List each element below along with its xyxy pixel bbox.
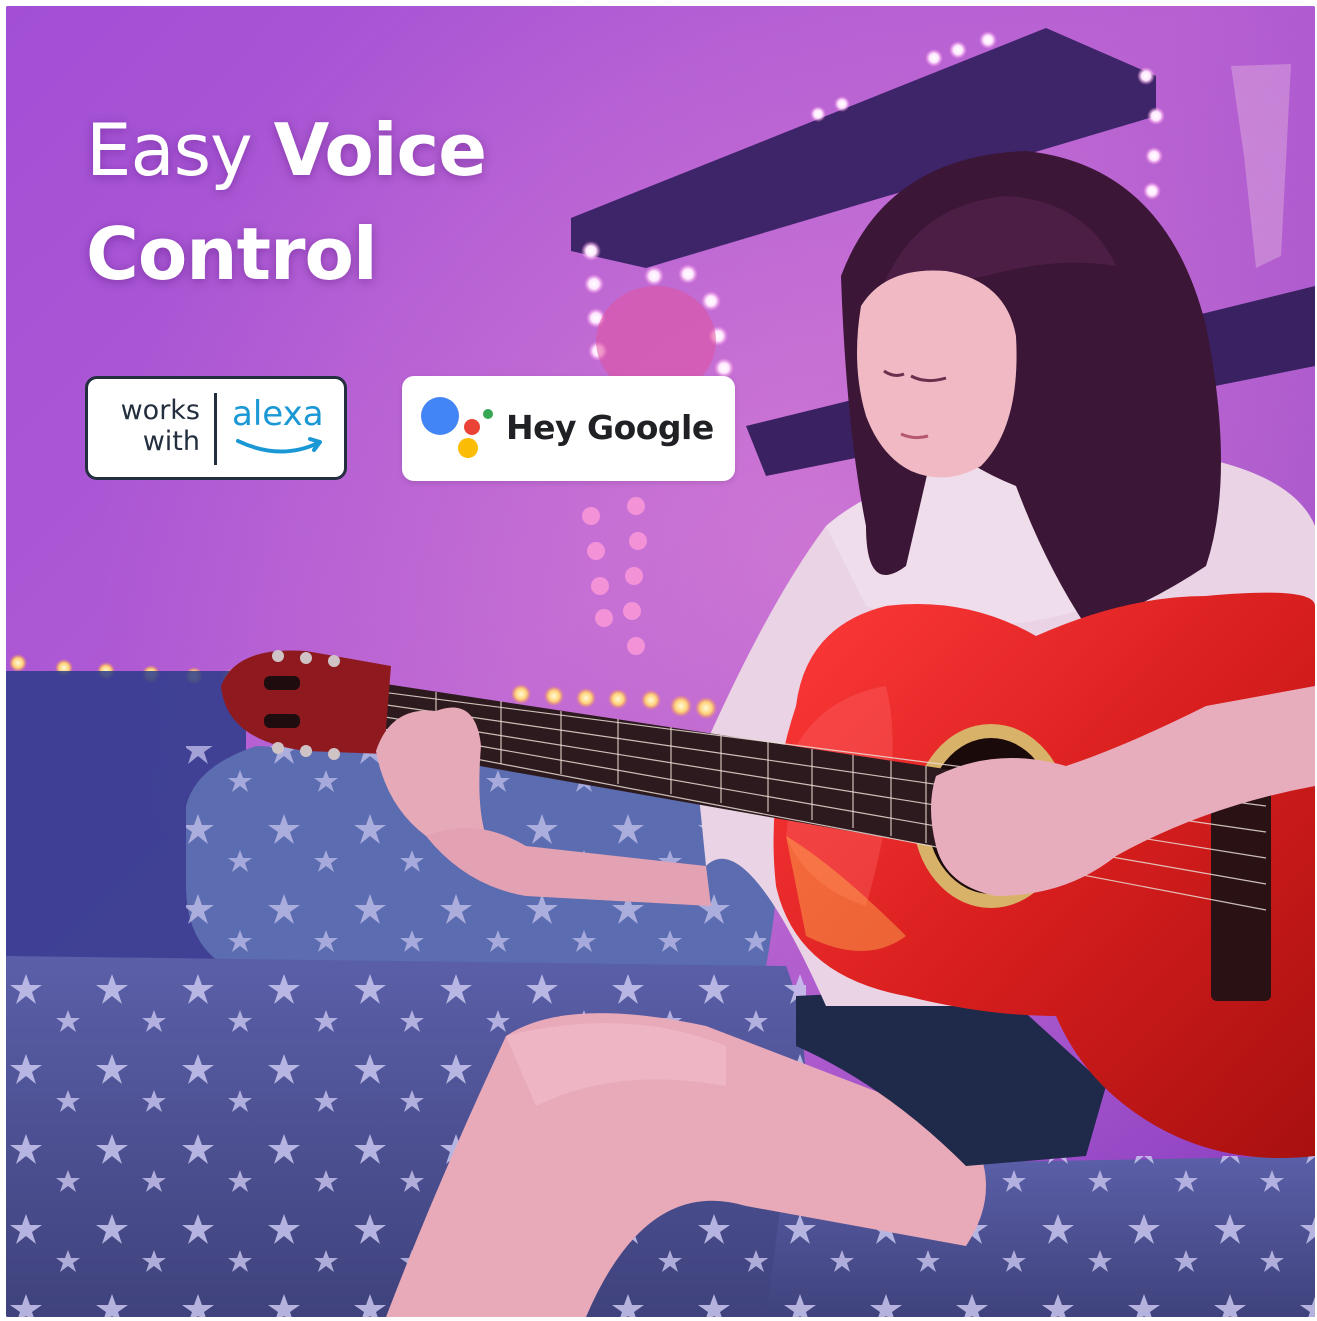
alexa-brand: alexa <box>232 394 324 434</box>
alexa-works-with-text: works with <box>121 395 200 457</box>
alexa-works-line: works <box>120 395 200 426</box>
product-photo-frame: Easy Voice Control works with alexa Hey … <box>6 6 1315 1317</box>
alexa-with-line: with <box>142 426 200 457</box>
headline-bold-control: Control <box>86 212 378 296</box>
headline-bold-voice: Voice <box>273 108 487 192</box>
headline: Easy Voice Control <box>86 98 487 306</box>
works-with-alexa-badge: works with alexa <box>85 376 347 480</box>
hey-google-badge: Hey Google <box>402 376 735 481</box>
hey-google-text: Hey Google <box>506 408 714 447</box>
headline-light: Easy <box>86 108 274 192</box>
alexa-divider <box>214 393 217 465</box>
alexa-smile-icon <box>236 437 322 454</box>
google-assistant-dots-icon <box>421 397 493 458</box>
